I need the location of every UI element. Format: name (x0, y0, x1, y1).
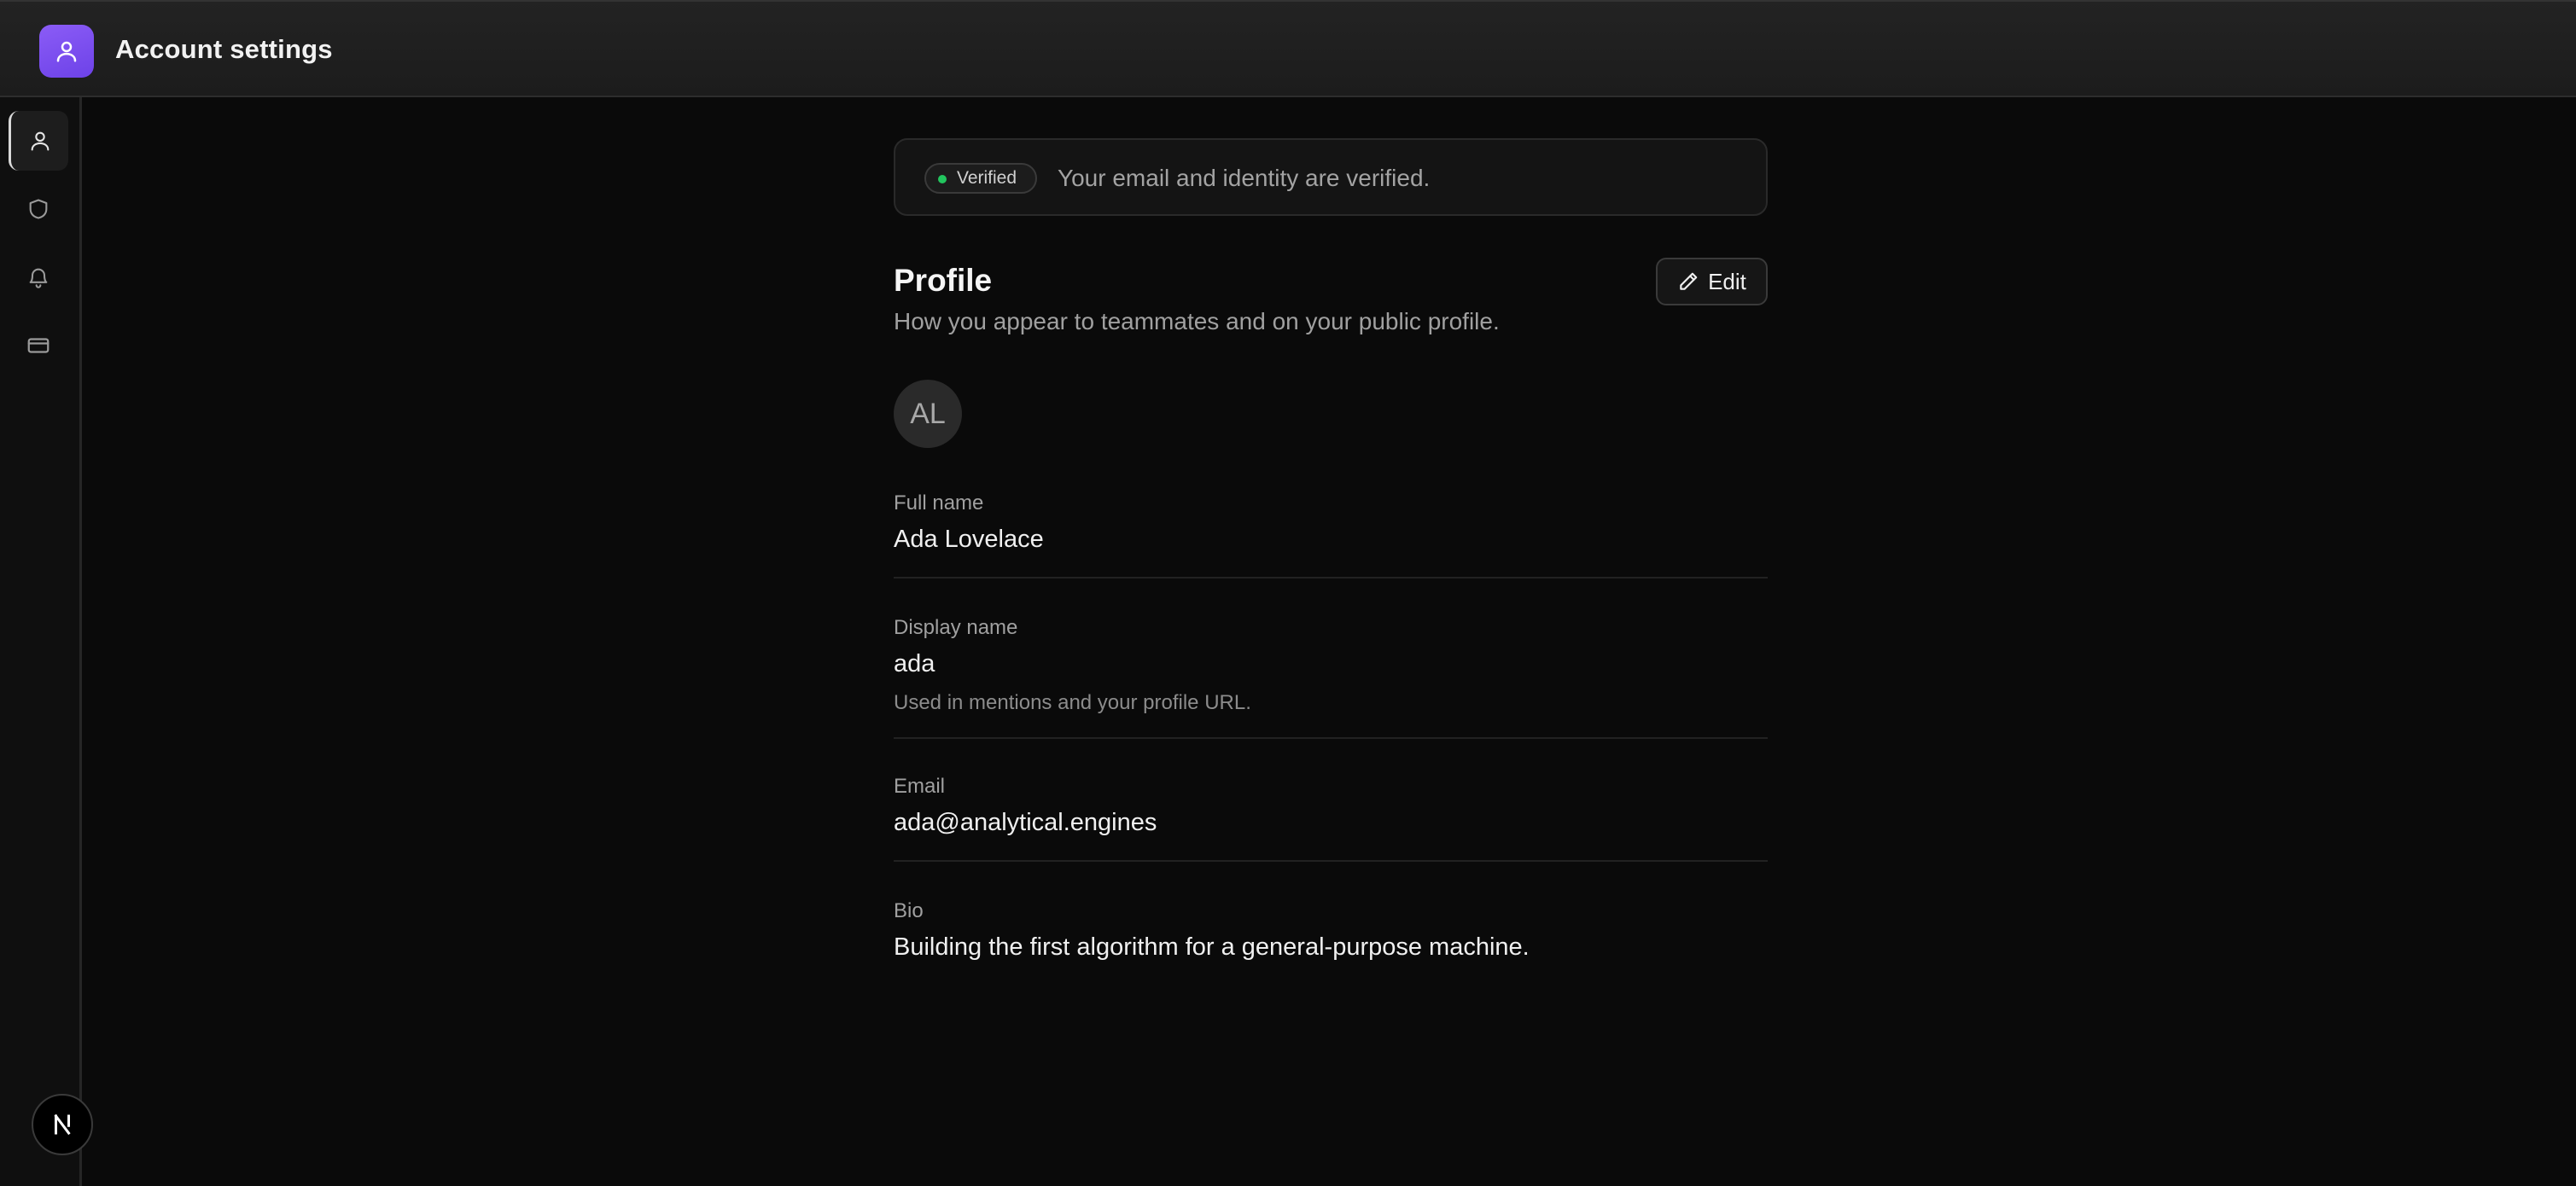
field-label: Display name (894, 616, 1018, 639)
section-subtitle: How you appear to teammates and on your … (894, 308, 1500, 334)
top-bar: Account settings (0, 0, 2576, 97)
status-badge-label: Verified (957, 168, 1017, 188)
field-label: Bio (894, 899, 924, 922)
section-title: Profile (894, 263, 993, 298)
verification-banner: Verified Your email and identity are ver… (894, 138, 1768, 216)
field-display-name: Display name ada Used in mentions and yo… (894, 616, 1768, 739)
shield-icon (29, 199, 48, 219)
n-logo-badge[interactable] (32, 1094, 93, 1155)
field-hint: Used in mentions and your profile URL. (894, 691, 1251, 714)
status-badge: Verified (924, 163, 1038, 194)
app-window: Account settings Verified Your email and… (0, 0, 2576, 1186)
status-dot (938, 175, 947, 183)
field-bio: Bio Building the first algorithm for a g… (894, 899, 1768, 968)
edit-button[interactable]: Edit (1656, 258, 1768, 305)
bell-icon (29, 268, 48, 288)
field-value: ada@analytical.engines (894, 809, 1157, 836)
sidebar-item-profile[interactable] (9, 111, 68, 171)
pencil-icon (1680, 272, 1698, 290)
edit-button-label: Edit (1708, 268, 1746, 294)
field-value: ada (894, 650, 935, 677)
field-label: Full name (894, 491, 984, 515)
sidebar-item-notifications[interactable] (9, 247, 68, 307)
n-logo-icon (54, 1113, 71, 1136)
verification-message: Your email and identity are verified. (1058, 165, 1431, 191)
page-title: Account settings (115, 34, 333, 64)
sidebar-item-billing[interactable] (9, 316, 68, 375)
field-value: Building the first algorithm for a gener… (894, 933, 1530, 961)
field-label: Email (894, 775, 946, 798)
field-email: Email ada@analytical.engines (894, 775, 1768, 862)
sidebar-item-security[interactable] (9, 179, 68, 239)
user-icon (31, 131, 49, 151)
sidebar (0, 97, 82, 1186)
user-icon (39, 25, 94, 78)
field-full-name: Full name Ada Lovelace (894, 491, 1768, 578)
credit-card-icon (27, 338, 50, 353)
field-value: Ada Lovelace (894, 526, 1044, 553)
avatar: AL (894, 380, 962, 448)
